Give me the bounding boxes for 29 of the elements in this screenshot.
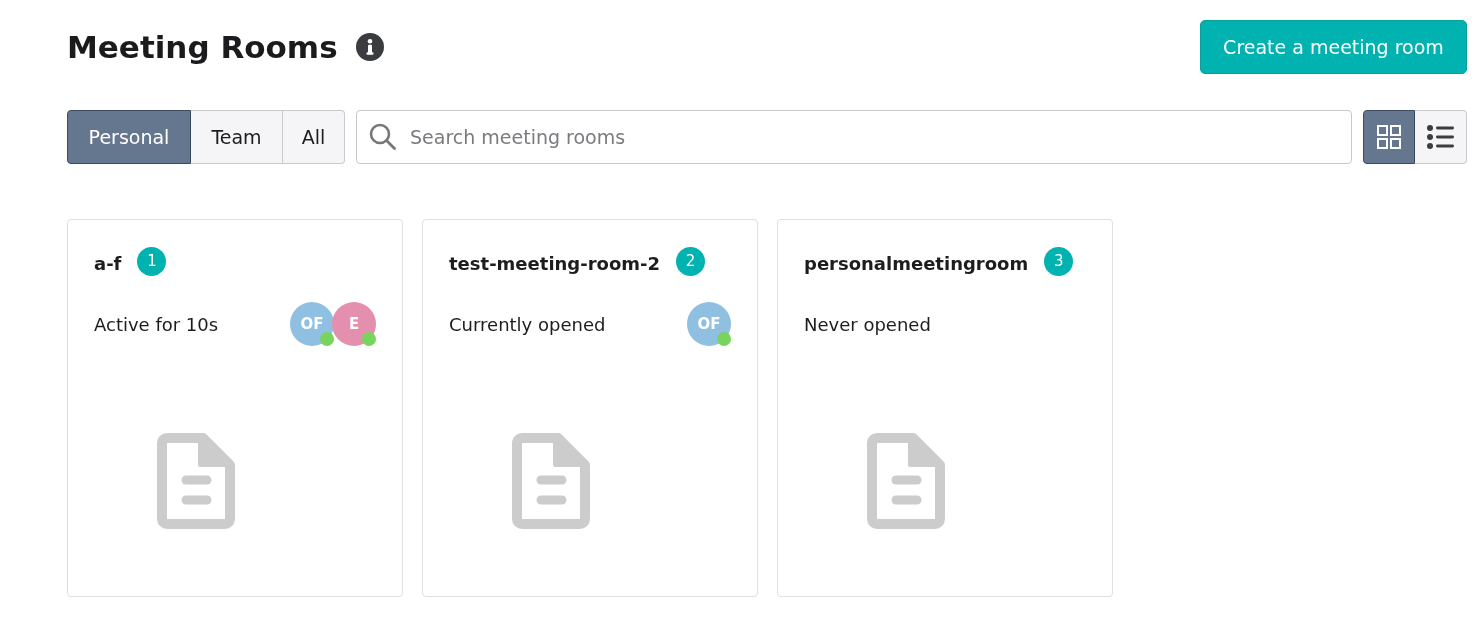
document-icon (511, 432, 591, 530)
document-icon (156, 432, 236, 530)
room-card[interactable]: test-meeting-room-2 2 Currently opened OF (422, 219, 758, 597)
filter-tab[interactable]: Personal (67, 110, 191, 164)
search-icon (369, 123, 396, 150)
room-status: Currently opened (449, 313, 606, 335)
avatar-initials: E (348, 315, 360, 333)
room-card[interactable]: personalmeetingroom 3 Never opened (777, 219, 1113, 597)
number-badge: 3 (1044, 246, 1074, 276)
filter-tab[interactable]: All (283, 110, 345, 164)
search-field[interactable]: Search meeting rooms (356, 110, 1352, 164)
number-badge: 1 (137, 246, 167, 276)
room-status: Active for 10s (94, 313, 219, 335)
document-icon (866, 432, 946, 530)
room-status: Never opened (804, 313, 931, 335)
list-icon (1427, 125, 1454, 149)
room-card[interactable]: a-f 1 Active for 10s OF E (67, 219, 403, 597)
avatar-initials: OF (697, 315, 721, 333)
grid-icon (1377, 125, 1401, 149)
avatar-initials: OF (300, 315, 324, 333)
number-badge: 2 (676, 246, 706, 276)
room-name: test-meeting-room-2 (449, 252, 661, 274)
room-name: a-f (94, 252, 122, 274)
grid-view-button[interactable] (1363, 110, 1415, 164)
page-title: Meeting Rooms (67, 28, 338, 67)
list-view-button[interactable] (1415, 110, 1467, 164)
info-icon[interactable] (355, 33, 384, 61)
filter-tab[interactable]: Team (191, 110, 283, 164)
room-name: personalmeetingroom (804, 252, 1029, 274)
